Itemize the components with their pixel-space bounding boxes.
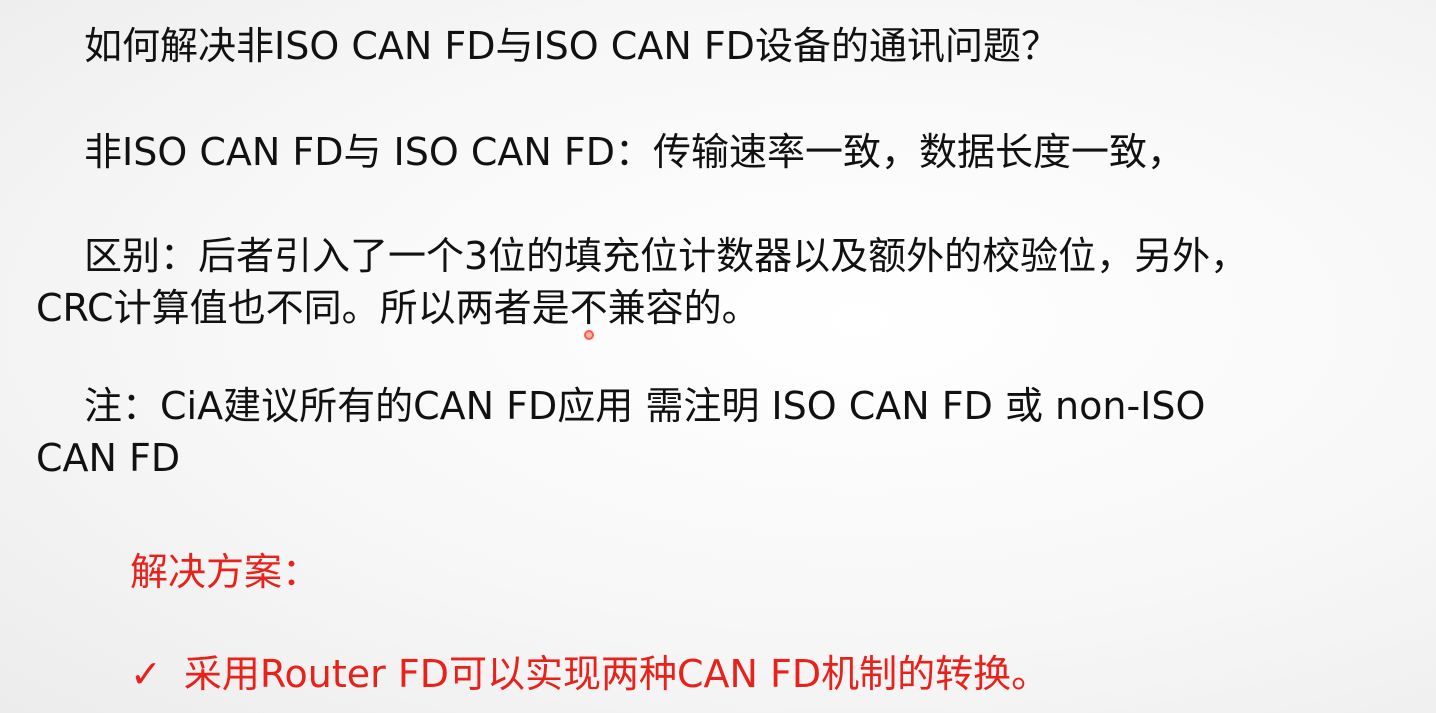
solution-item: ✓ 采用Router FD可以实现两种CAN FD机制的转换。 [130,648,1049,700]
difference-line-1: 区别：后者引入了一个3位的填充位计数器以及额外的校验位，另外， [84,234,1249,278]
comparison-line: 非ISO CAN FD与 ISO CAN FD：传输速率一致，数据长度一致， [84,130,1186,174]
comparison-text: 非ISO CAN FD与 ISO CAN FD：传输速率一致，数据长度一致， [36,126,1185,178]
difference-line-2: CRC计算值也不同。所以两者是不兼容的。 [36,286,760,330]
note-paragraph: 注：CiA建议所有的CAN FD应用 需注明 ISO CAN FD 或 non-… [36,380,1205,484]
solution-heading: 解决方案： [130,546,320,598]
solution-item-text: 采用Router FD可以实现两种CAN FD机制的转换。 [183,652,1050,696]
pointer-cursor-icon [584,330,594,340]
check-icon: ✓ [130,652,162,696]
difference-paragraph: 区别：后者引入了一个3位的填充位计数器以及额外的校验位，另外， CRC计算值也不… [36,230,1248,334]
solution-heading-text: 解决方案： [130,550,321,594]
question-text: 如何解决非ISO CAN FD与ISO CAN FD设备的通讯问题？ [36,20,1059,72]
note-line-2: CAN FD [36,436,181,480]
slide-canvas: 如何解决非ISO CAN FD与ISO CAN FD设备的通讯问题？ 非ISO … [0,0,1436,713]
note-line-1: 注：CiA建议所有的CAN FD应用 需注明 ISO CAN FD 或 non-… [84,384,1206,428]
question-line: 如何解决非ISO CAN FD与ISO CAN FD设备的通讯问题？ [84,24,1059,68]
